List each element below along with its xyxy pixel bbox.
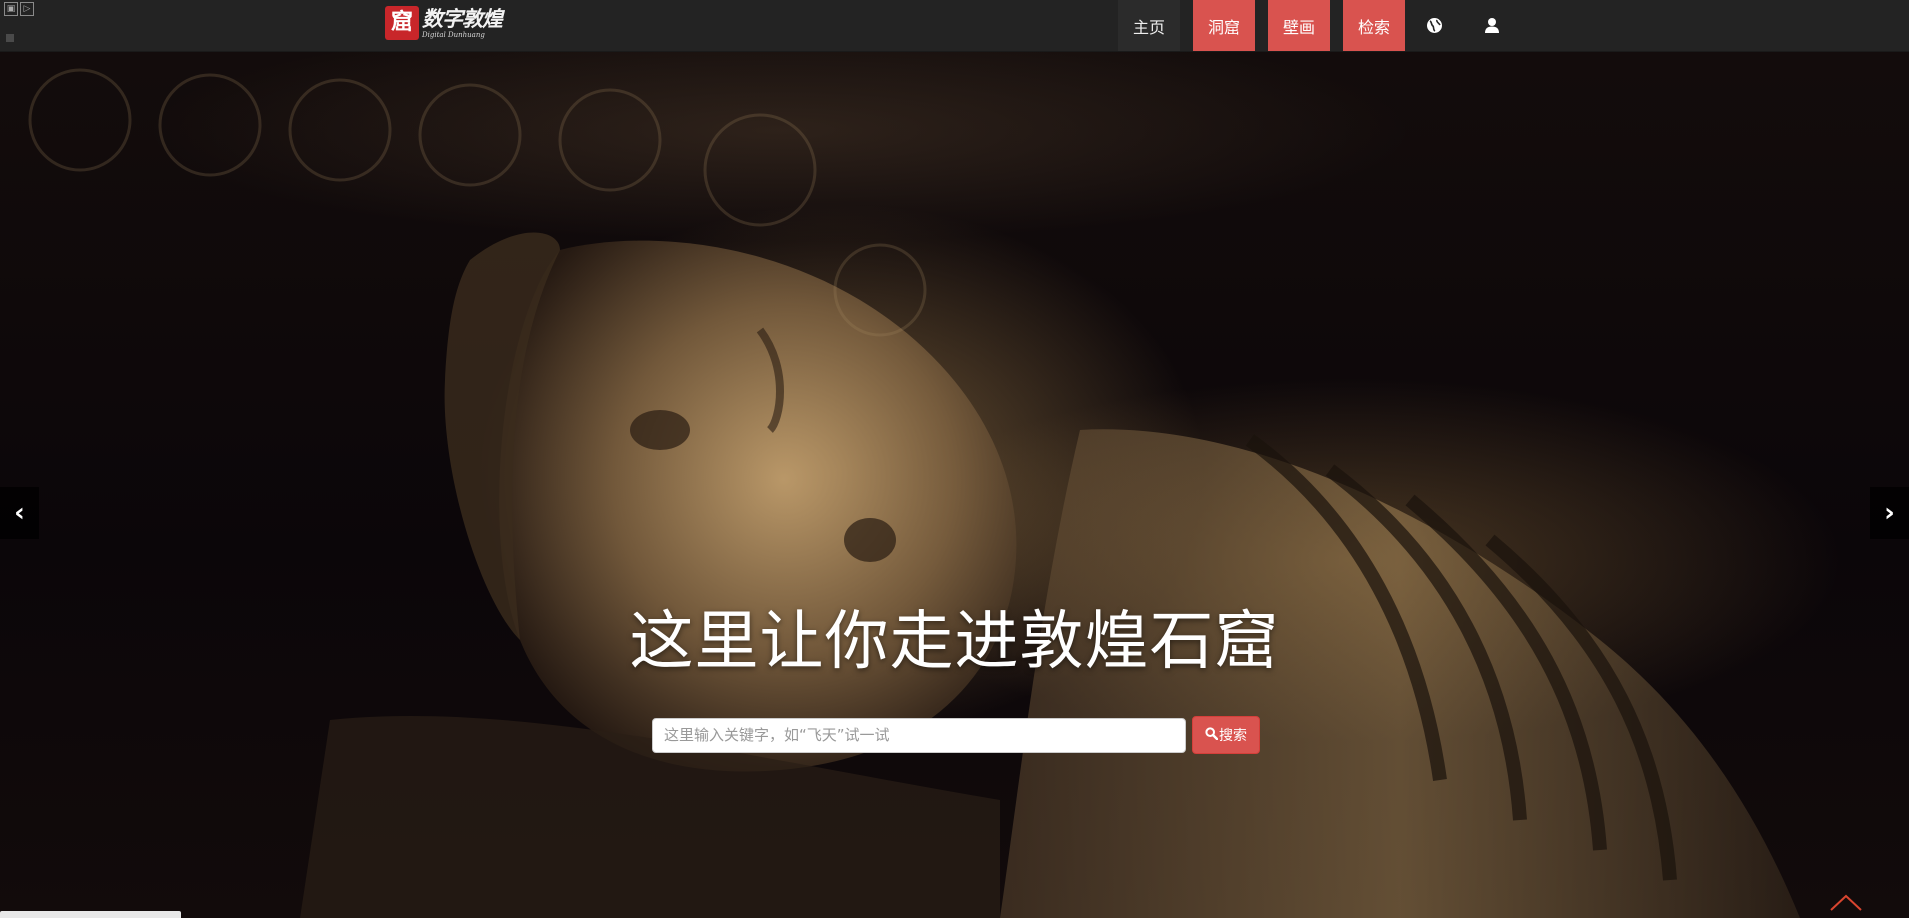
nav-item-murals[interactable]: 壁画	[1268, 0, 1330, 51]
search-icon	[1205, 726, 1219, 744]
nav-item-search[interactable]: 检索	[1343, 0, 1405, 51]
globe-icon[interactable]	[1405, 0, 1463, 51]
chevron-left-icon: ‹	[14, 498, 25, 528]
small-square-icon	[6, 34, 14, 42]
search-button[interactable]: 搜索	[1192, 716, 1260, 754]
page: ▣ ▷ 窟 数字敦煌 Digital Dunhuang 主页 洞窟 壁画 检索	[0, 0, 1909, 918]
corner-toolbar: ▣ ▷	[4, 2, 34, 16]
back-to-top-button[interactable]	[1828, 890, 1864, 914]
logo-mark-icon: 窟	[385, 6, 419, 40]
search-input[interactable]	[652, 717, 1186, 753]
search-button-label: 搜索	[1219, 728, 1247, 744]
chevron-right-icon: ›	[1884, 498, 1895, 528]
site-logo[interactable]: 窟 数字敦煌 Digital Dunhuang	[385, 4, 503, 42]
carousel-prev-button[interactable]: ‹	[0, 487, 39, 539]
user-icon[interactable]	[1463, 0, 1521, 51]
search-form: 搜索	[652, 716, 1260, 754]
bottom-status-bar	[0, 911, 181, 918]
chevron-up-icon	[1830, 894, 1862, 911]
reclining-buddha-illustration	[28, 68, 1800, 918]
logo-title: 数字敦煌	[422, 5, 503, 31]
logo-mark-glyph: 窟	[390, 10, 413, 35]
logo-text: 数字敦煌 Digital Dunhuang	[422, 5, 503, 40]
top-navigation-bar: ▣ ▷ 窟 数字敦煌 Digital Dunhuang 主页 洞窟 壁画 检索	[0, 0, 1909, 52]
hero-headline: 这里让你走进敦煌石窟	[629, 605, 1280, 679]
main-nav: 主页 洞窟 壁画 检索	[1118, 0, 1521, 51]
nav-item-home[interactable]: 主页	[1118, 0, 1180, 51]
carousel-next-button[interactable]: ›	[1870, 487, 1909, 539]
logo-subtitle: Digital Dunhuang	[422, 30, 485, 39]
hero-background-image	[0, 0, 1909, 918]
expand-icon[interactable]: ▷	[20, 2, 34, 16]
image-icon[interactable]: ▣	[4, 2, 18, 16]
nav-item-caves[interactable]: 洞窟	[1193, 0, 1255, 51]
